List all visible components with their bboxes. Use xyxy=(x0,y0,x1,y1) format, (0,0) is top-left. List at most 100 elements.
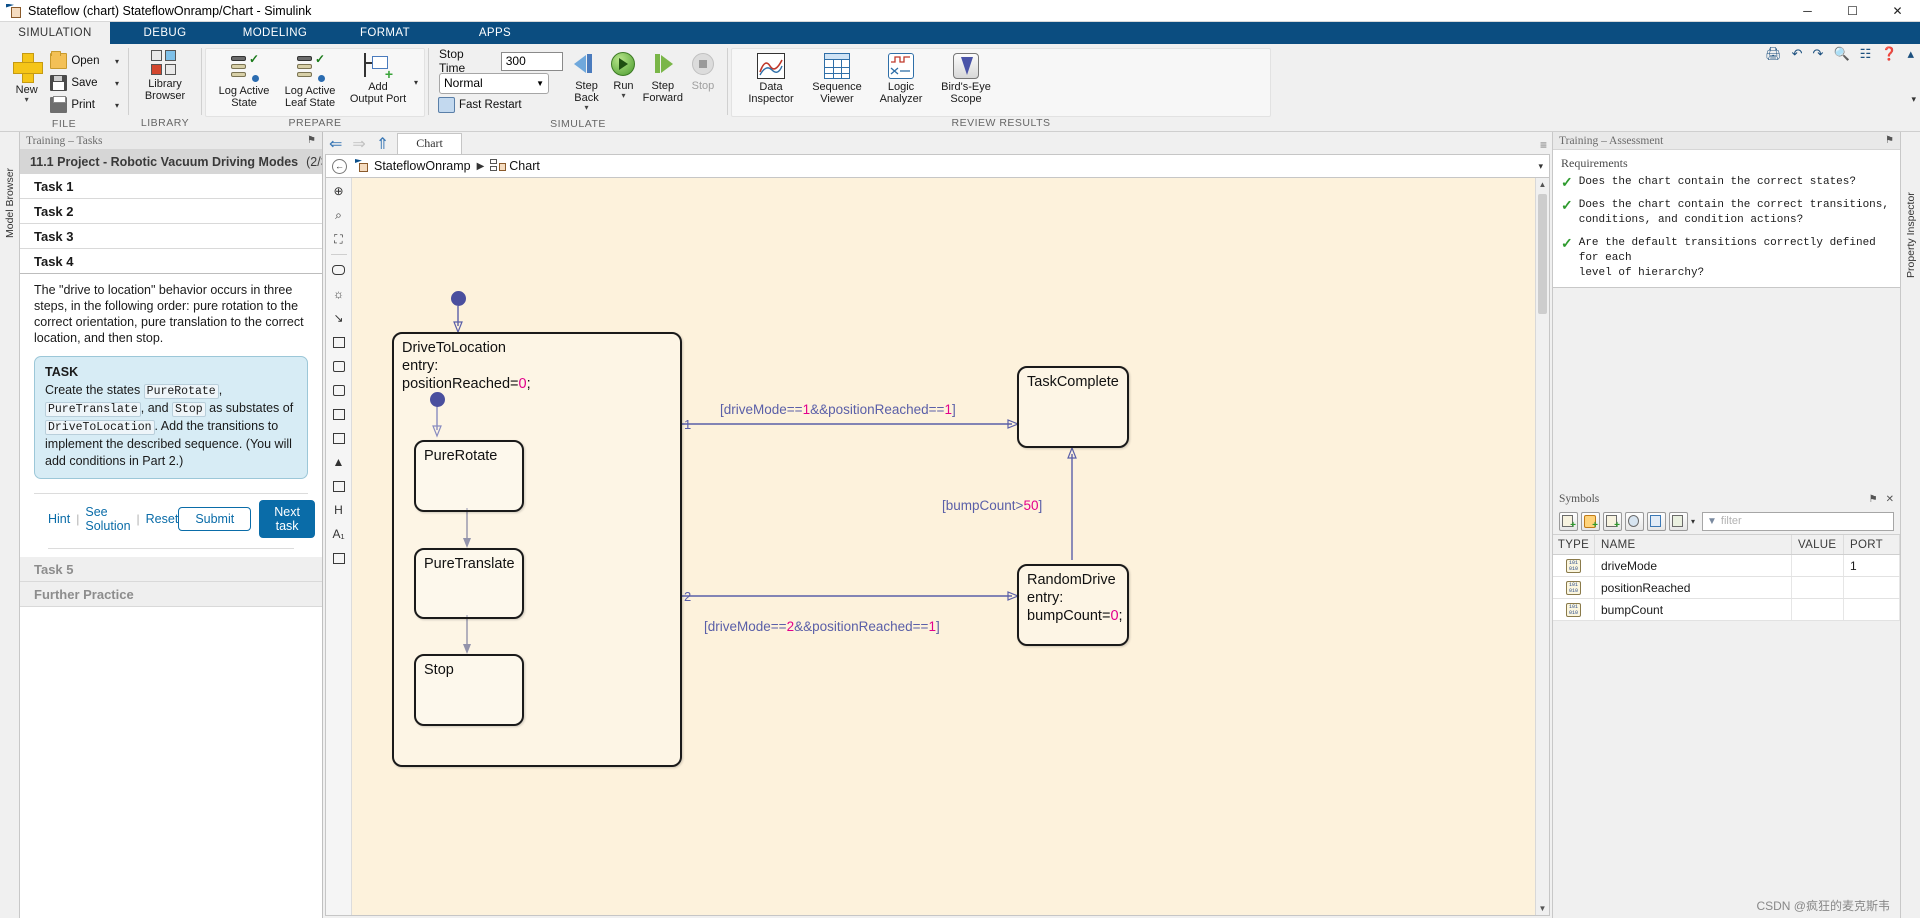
breadcrumb-caret-icon[interactable]: ▾ xyxy=(1538,161,1543,172)
text-icon[interactable]: A₁ xyxy=(329,525,349,543)
matlab-function-icon[interactable] xyxy=(329,429,349,447)
see-solution-link[interactable]: See Solution xyxy=(85,505,130,533)
logic-analyzer-button[interactable]: Logic Analyzer xyxy=(870,51,932,107)
table-row[interactable]: bumpCount xyxy=(1553,599,1900,621)
task-row-2[interactable]: Task 2 xyxy=(20,199,322,224)
close-button[interactable]: ✕ xyxy=(1875,0,1920,21)
canvas-vertical-scrollbar[interactable]: ▲ ▼ xyxy=(1535,178,1549,915)
birds-eye-scope-button[interactable]: Bird's-Eye Scope xyxy=(932,51,1000,107)
fast-restart-button[interactable]: Fast Restart xyxy=(435,94,567,116)
document-tab-chart[interactable]: Chart xyxy=(397,133,462,154)
property-inspector-strip[interactable]: Property Inspector xyxy=(1900,132,1920,918)
new-button[interactable]: New ▾ xyxy=(6,48,47,105)
symbols-filter-input[interactable]: ▼ filter xyxy=(1702,511,1894,531)
submit-button[interactable]: Submit xyxy=(178,507,252,531)
prepare-overflow-caret[interactable]: ▾ xyxy=(412,78,418,87)
symbols-toolbar-caret[interactable]: ▾ xyxy=(1691,517,1695,526)
print-dropdown[interactable]: ▾ xyxy=(103,101,119,110)
symbols-close-icon[interactable]: ✕ xyxy=(1886,494,1894,505)
stateflow-chart-canvas[interactable]: DriveToLocation entry: positionReached=0… xyxy=(352,178,1535,915)
nav-up-icon[interactable]: ⇑ xyxy=(376,137,389,153)
run-button[interactable]: Run ▾ xyxy=(606,48,640,101)
table-row[interactable]: driveMode 1 xyxy=(1553,555,1900,577)
breadcrumb-model[interactable]: StateflowOnramp xyxy=(355,159,471,173)
maximize-button[interactable]: ☐ xyxy=(1830,0,1875,21)
box-icon[interactable] xyxy=(329,333,349,351)
state-stop[interactable]: Stop xyxy=(414,654,524,726)
step-forward-button[interactable]: Step Forward xyxy=(641,48,685,106)
task-row-1[interactable]: Task 1 xyxy=(20,174,322,199)
tab-simulation[interactable]: SIMULATION xyxy=(0,22,110,44)
simulink-function-icon[interactable] xyxy=(329,381,349,399)
default-transition-junction-top[interactable] xyxy=(451,291,466,306)
add-message-icon[interactable]: + xyxy=(1603,511,1622,531)
reset-link[interactable]: Reset xyxy=(146,512,179,526)
history-junction-icon[interactable]: ☼ xyxy=(329,285,349,303)
graphical-function-icon[interactable] xyxy=(329,357,349,375)
log-active-leaf-state-button[interactable]: ✓ Log Active Leaf State xyxy=(276,51,344,111)
add-event-icon[interactable]: + xyxy=(1581,511,1600,531)
canvas-nav-handle[interactable]: ≡ xyxy=(1540,138,1552,154)
fit-to-view-icon[interactable]: ⛶ xyxy=(329,230,349,248)
tab-apps[interactable]: APPS xyxy=(440,22,550,44)
ribbon-close-icon[interactable]: ▴ xyxy=(1907,46,1914,62)
column-header-value[interactable]: VALUE xyxy=(1792,535,1844,554)
add-data-icon[interactable]: + xyxy=(1559,511,1578,531)
sequence-viewer-button[interactable]: Sequence Viewer xyxy=(804,51,870,107)
hint-link[interactable]: Hint xyxy=(48,512,70,526)
column-header-name[interactable]: NAME xyxy=(1595,535,1792,554)
undo-icon[interactable]: ↶ xyxy=(1792,46,1803,62)
scrollbar-thumb[interactable] xyxy=(1538,194,1547,314)
sim-mode-select[interactable]: Normal ▼ xyxy=(439,72,549,94)
ribbon-expand-caret[interactable]: ▾ xyxy=(1911,94,1916,105)
history-icon[interactable]: H xyxy=(329,501,349,519)
next-task-button[interactable]: Next task xyxy=(259,500,315,538)
stop-time-input[interactable] xyxy=(500,51,563,71)
settings-icon[interactable] xyxy=(1669,511,1688,531)
default-transition-junction-inner[interactable] xyxy=(430,392,445,407)
nav-forward-icon[interactable]: ⇒ xyxy=(352,137,365,153)
truth-table-icon[interactable] xyxy=(329,405,349,423)
search-icon[interactable]: 🔍 xyxy=(1833,46,1849,62)
zoom-icon[interactable]: ⌕ xyxy=(329,206,349,224)
help-icon[interactable]: ❓ xyxy=(1881,46,1897,62)
symbols-pin-icon[interactable]: ⚑ xyxy=(1869,494,1878,505)
state-randomdrive[interactable]: RandomDrive entry: bumpCount=0; xyxy=(1017,564,1129,646)
state-taskcomplete[interactable]: TaskComplete xyxy=(1017,366,1129,448)
pan-icon[interactable]: ⊕ xyxy=(329,182,349,200)
print-button[interactable]: Print ▾ xyxy=(47,94,122,116)
step-back-button[interactable]: Step Back ▾ xyxy=(567,48,607,113)
open-button[interactable]: Open ▾ xyxy=(47,50,122,72)
log-active-state-button[interactable]: ✓ Log Active State xyxy=(212,51,276,111)
state-icon[interactable] xyxy=(329,261,349,279)
image-icon[interactable] xyxy=(329,549,349,567)
save-dropdown[interactable]: ▾ xyxy=(103,79,119,88)
task-row-further-practice[interactable]: Further Practice xyxy=(20,582,322,607)
tab-modeling[interactable]: MODELING xyxy=(220,22,330,44)
breadcrumb-chart[interactable]: Chart xyxy=(490,159,540,173)
minimize-button[interactable]: ─ xyxy=(1785,0,1830,21)
annotation-icon[interactable]: ▲ xyxy=(329,453,349,471)
table-row[interactable]: positionReached xyxy=(1553,577,1900,599)
nav-back-icon[interactable]: ⇐ xyxy=(329,137,342,153)
state-purerotate[interactable]: PureRotate xyxy=(414,440,524,512)
table-icon[interactable] xyxy=(329,477,349,495)
state-puretranslate[interactable]: PureTranslate xyxy=(414,548,524,619)
resolve-icon[interactable] xyxy=(1625,511,1644,531)
layout-icon[interactable]: ☷ xyxy=(1860,46,1872,62)
task-row-3[interactable]: Task 3 xyxy=(20,224,322,249)
assessment-pin-icon[interactable]: ⚑ xyxy=(1885,135,1894,146)
pin-icon[interactable]: ⚑ xyxy=(307,135,316,146)
tab-debug[interactable]: DEBUG xyxy=(110,22,220,44)
save-button[interactable]: Save ▾ xyxy=(47,72,122,94)
breadcrumb-back-icon[interactable]: ← xyxy=(332,158,347,174)
data-inspector-button[interactable]: Data Inspector xyxy=(738,51,804,107)
open-dropdown[interactable]: ▾ xyxy=(103,57,119,66)
add-output-port-button[interactable]: + Add Output Port xyxy=(344,51,412,107)
hierarchy-icon[interactable] xyxy=(1647,511,1666,531)
column-header-type[interactable]: TYPE xyxy=(1553,535,1595,554)
tab-format[interactable]: FORMAT xyxy=(330,22,440,44)
library-browser-button[interactable]: Library Browser xyxy=(135,48,195,104)
model-browser-strip[interactable]: Model Browser xyxy=(0,132,20,918)
print-preview-icon[interactable]: 🖨 xyxy=(1765,46,1782,62)
